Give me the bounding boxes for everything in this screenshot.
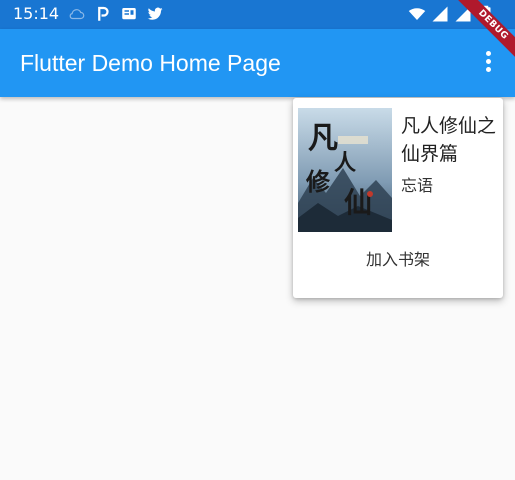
system-icons	[408, 5, 495, 23]
svg-text:修: 修	[305, 167, 331, 196]
more-vert-icon[interactable]	[483, 51, 493, 75]
book-title: 凡人修仙之仙界篇	[401, 115, 497, 165]
signal-icon	[455, 6, 471, 22]
book-author: 忘语	[401, 176, 434, 195]
battery-icon	[481, 5, 491, 22]
page-title: Flutter Demo Home Page	[20, 50, 281, 76]
popup-menu: 凡 人 修 仙 凡人修仙之仙界篇 忘语 加入书架	[293, 98, 503, 298]
cloud-icon	[69, 9, 85, 20]
signal-icon	[432, 6, 448, 22]
status-bar: 15:14	[0, 0, 515, 29]
svg-text:仙: 仙	[344, 186, 372, 219]
notification-icons	[68, 5, 164, 23]
twitter-icon	[147, 7, 163, 20]
book-cover-image: 凡 人 修 仙	[298, 108, 392, 232]
wifi-icon	[408, 8, 426, 20]
news-icon	[122, 8, 136, 20]
add-to-bookshelf-button[interactable]: 加入书架	[293, 248, 503, 272]
status-time: 15:14	[13, 4, 60, 23]
svg-text:人: 人	[334, 150, 356, 176]
app-bar: Flutter Demo Home Page	[0, 29, 515, 97]
parking-icon	[98, 6, 109, 21]
